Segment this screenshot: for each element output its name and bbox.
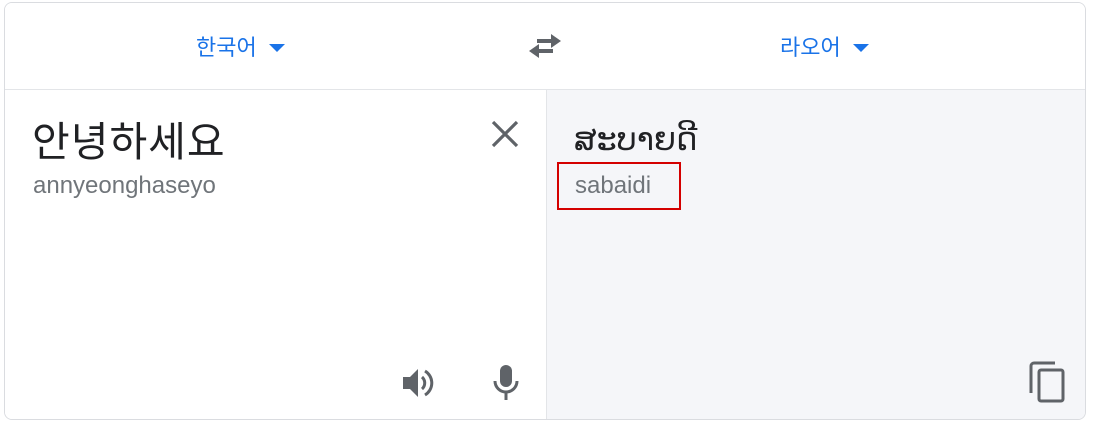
translate-card: 한국어 라오어 안녕하세요 annyeonghaseyo ສະບາຍດີ sab… <box>4 2 1086 420</box>
clear-source-button[interactable] <box>485 114 525 154</box>
speaker-icon <box>403 369 434 397</box>
swap-languages-button[interactable] <box>525 30 565 62</box>
copy-translation-button[interactable] <box>1025 358 1069 406</box>
listen-source-button[interactable] <box>398 363 438 403</box>
target-language-label: 라오어 <box>780 36 841 61</box>
source-language-label: 한국어 <box>196 36 257 61</box>
language-bar: 한국어 라오어 <box>5 3 1085 90</box>
target-panel: ສະບາຍດີ sabaidi <box>546 90 1085 419</box>
chevron-down-icon <box>268 44 285 52</box>
voice-input-button[interactable] <box>486 362 526 404</box>
translated-text: ສະບາຍດີ <box>574 120 698 158</box>
microphone-icon <box>493 365 519 400</box>
copy-icon <box>1029 361 1065 403</box>
target-language-select[interactable]: 라오어 <box>780 29 869 63</box>
chevron-down-icon <box>852 44 869 52</box>
close-icon <box>491 120 519 148</box>
swap-arrows-icon <box>529 34 561 58</box>
target-transliteration: sabaidi <box>575 172 652 199</box>
source-text-input[interactable]: 안녕하세요 <box>32 108 226 168</box>
source-language-select[interactable]: 한국어 <box>196 29 285 63</box>
source-panel[interactable]: 안녕하세요 annyeonghaseyo <box>5 90 546 419</box>
source-transliteration: annyeonghaseyo <box>33 172 216 199</box>
